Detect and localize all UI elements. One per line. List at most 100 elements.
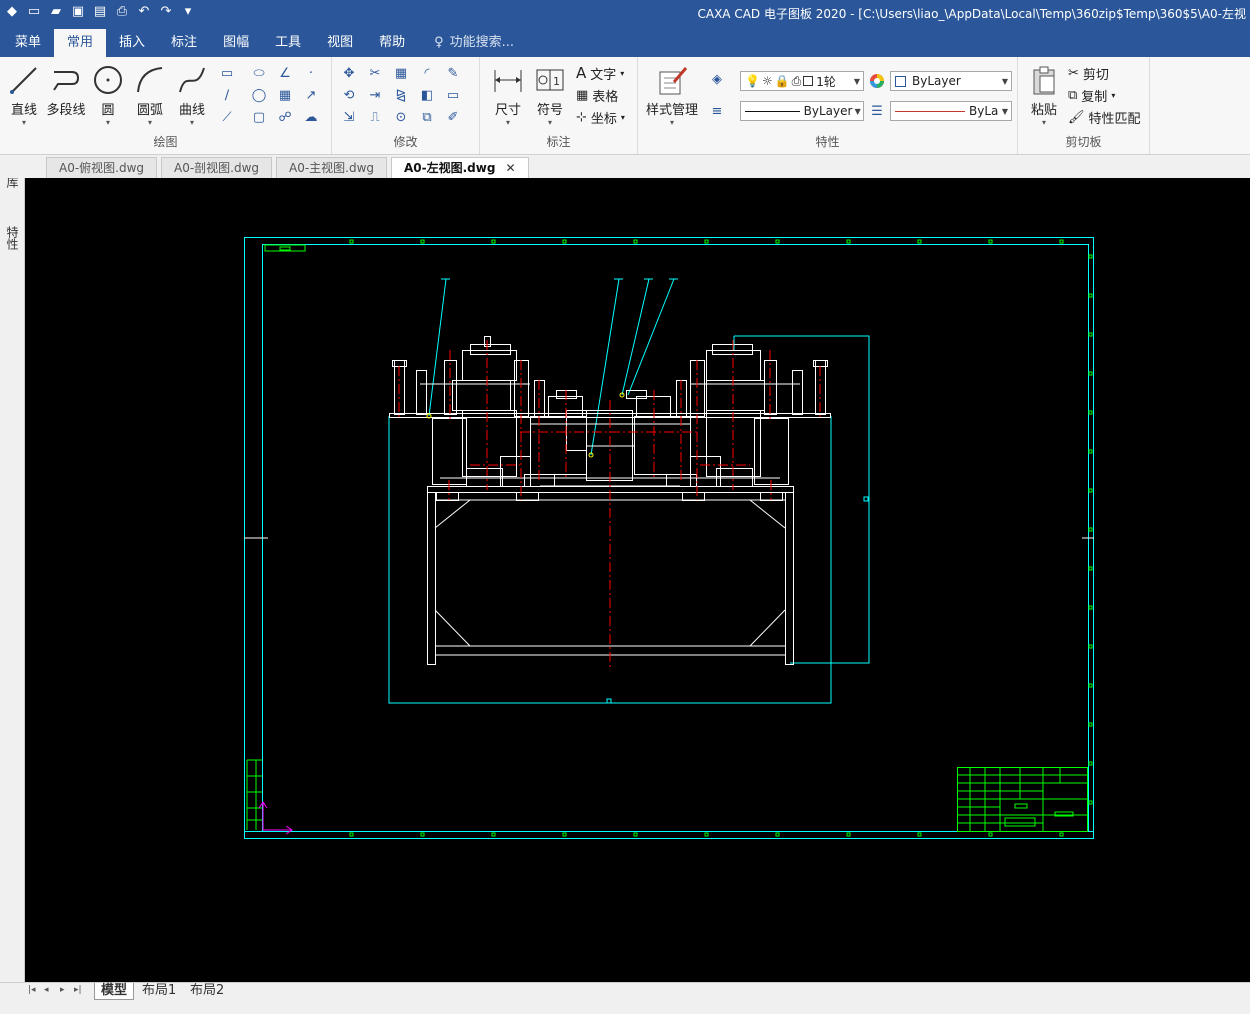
app-icon[interactable]: ◆ — [4, 4, 20, 20]
table-icon: ▦ — [576, 87, 589, 103]
table-button[interactable]: ▦ 表格 — [576, 85, 618, 105]
arc-button[interactable]: 圆弧 ▾ — [128, 63, 172, 127]
properties-panel-tab[interactable]: 特性 — [4, 226, 21, 250]
point-icon[interactable]: · — [300, 63, 322, 83]
dimension-button[interactable]: 尺寸 ▾ — [486, 63, 530, 127]
save-icon[interactable]: ▣ — [70, 4, 86, 20]
eraser-icon[interactable]: ✎ — [442, 63, 464, 83]
drawing-canvas[interactable] — [25, 178, 1250, 982]
tab-common[interactable]: 常用 — [54, 29, 107, 57]
lineweight-icon[interactable]: ☰ — [866, 101, 888, 121]
block-icon[interactable]: ☍ — [274, 107, 296, 127]
save-all-icon[interactable]: ▤ — [92, 4, 108, 20]
printer-icon: ⎙ — [791, 73, 802, 88]
scissors-icon: ✂ — [1068, 65, 1079, 81]
undo-icon[interactable]: ↶ — [136, 4, 152, 20]
first-layout-icon[interactable]: |◂ — [28, 985, 36, 995]
boundary-icon[interactable]: ▢ — [248, 107, 270, 127]
zone-mark — [633, 832, 638, 837]
last-layout-icon[interactable]: ▸| — [74, 985, 82, 995]
break-icon[interactable]: ⎍ — [364, 107, 386, 127]
color-wheel-icon[interactable] — [866, 71, 888, 91]
layer-tools-icon[interactable]: ◈ — [706, 69, 728, 89]
array-icon[interactable]: ▦ — [390, 63, 412, 83]
symbol-button[interactable]: 1 符号 ▾ — [528, 63, 572, 127]
offset-icon[interactable]: ▭ — [442, 85, 464, 105]
lineweight-combo[interactable]: ByLayer ▼ — [890, 101, 1012, 121]
fill-icon[interactable]: ◯ — [248, 85, 270, 105]
paste-icon — [1033, 66, 1055, 95]
trim-icon[interactable]: ✂ — [364, 63, 386, 83]
cloud-icon[interactable]: ☁ — [300, 107, 322, 127]
center-line-icon[interactable]: ⟋ — [216, 107, 238, 127]
print-icon[interactable]: ⎙ — [114, 4, 130, 20]
open-file-icon[interactable]: ▰ — [48, 4, 64, 20]
color-combo[interactable]: ByLayer ▼ — [890, 71, 1012, 91]
redo-icon[interactable]: ↷ — [158, 4, 174, 20]
style-manager-button[interactable]: 样式管理 ▾ — [644, 63, 700, 127]
copy-button[interactable]: ⧉ 复制 ▾ — [1068, 85, 1115, 105]
copy-label: 复制 — [1081, 89, 1108, 105]
linetype-combo[interactable]: ByLayer ▼ — [740, 101, 864, 121]
zone-mark — [1088, 449, 1093, 454]
function-search[interactable]: ♀ 功能搜索... — [434, 29, 514, 57]
zone-mark — [349, 239, 354, 244]
extend-icon[interactable]: ⇥ — [364, 85, 386, 105]
quick-access-toolbar: ◆ ▭ ▰ ▣ ▤ ⎙ ↶ ↷ ▾ — [4, 4, 196, 20]
previous-layout-icon[interactable]: ◂ — [44, 985, 49, 995]
tab-insert[interactable]: 插入 — [106, 29, 158, 57]
close-icon[interactable]: ✕ — [505, 161, 515, 175]
tab-sheet[interactable]: 图幅 — [210, 29, 262, 57]
line-button[interactable]: 直线 ▾ — [2, 63, 46, 127]
new-file-icon[interactable]: ▭ — [26, 4, 42, 20]
parallel-line-icon[interactable]: ∕ — [216, 85, 238, 105]
group-annotation: 尺寸 ▾ 1 符号 ▾ A 文字 ▾ ▦ 表格 ⊹ 坐标 ▾ 标注 — [480, 57, 638, 154]
coordinate-button[interactable]: ⊹ 坐标 ▾ — [576, 107, 625, 127]
tab-view[interactable]: 视图 — [314, 29, 366, 57]
layout-tab-layout2[interactable]: 布局2 — [184, 983, 230, 1000]
arrow-icon[interactable]: ↗ — [300, 85, 322, 105]
linetype-sample — [745, 110, 800, 112]
text-button[interactable]: A 文字 ▾ — [576, 63, 624, 83]
fillet-icon[interactable]: ◜ — [416, 63, 438, 83]
edit-icon[interactable]: ✐ — [442, 107, 464, 127]
curve-button[interactable]: 曲线 ▾ — [170, 63, 214, 127]
ellipse-icon[interactable]: ⬭ — [248, 63, 270, 83]
doc-tab-left-view[interactable]: A0-左视图.dwg ✕ — [391, 157, 529, 178]
drawing-svg[interactable] — [25, 178, 1250, 982]
rotate-icon[interactable]: ⟲ — [338, 85, 360, 105]
tab-tools[interactable]: 工具 — [262, 29, 314, 57]
lineweight-menu-icon[interactable]: ≡ — [706, 101, 728, 121]
copy-entity-icon[interactable]: ⧉ — [416, 107, 438, 127]
cut-button[interactable]: ✂ 剪切 — [1068, 63, 1109, 83]
symbol-icon: 1 — [536, 69, 564, 91]
paste-button[interactable]: 粘贴 ▾ — [1022, 63, 1066, 127]
mirror-icon[interactable]: ⧎ — [390, 85, 412, 105]
scale-icon[interactable]: ◧ — [416, 85, 438, 105]
next-layout-icon[interactable]: ▸ — [60, 985, 65, 995]
angle-line-icon[interactable]: ∠ — [274, 63, 296, 83]
dimension-icon — [494, 70, 522, 92]
explode-icon[interactable]: ⊙ — [390, 107, 412, 127]
layout-tab-model[interactable]: 模型 — [94, 983, 135, 1000]
zone-mark — [1088, 761, 1093, 766]
layout-tab-layout1[interactable]: 布局1 — [136, 983, 182, 1000]
hatch-icon[interactable]: ▦ — [274, 85, 296, 105]
coordinate-icon: ⊹ — [576, 109, 587, 125]
move-icon[interactable]: ✥ — [338, 63, 360, 83]
tab-menu[interactable]: 菜单 — [2, 29, 54, 57]
rectangle-icon[interactable]: ▭ — [216, 63, 238, 83]
stretch-icon[interactable]: ⇲ — [338, 107, 360, 127]
tab-annotate[interactable]: 标注 — [158, 29, 210, 57]
doc-tab-top-view[interactable]: A0-俯视图.dwg — [46, 157, 158, 178]
zone-mark — [704, 832, 709, 837]
customize-icon[interactable]: ▾ — [180, 4, 196, 20]
tab-help[interactable]: 帮助 — [366, 29, 418, 57]
match-properties-button[interactable]: 🖌 特性匹配 — [1068, 107, 1141, 127]
title-bar: ◆ ▭ ▰ ▣ ▤ ⎙ ↶ ↷ ▾ CAXA CAD 电子图板 2020 - [… — [0, 0, 1250, 28]
doc-tab-front-view[interactable]: A0-主视图.dwg — [276, 157, 388, 178]
layer-combo[interactable]: 💡 ☼ 🔒 ⎙ 1轮 ▼ — [740, 71, 864, 91]
circle-button[interactable]: 圆 ▾ — [86, 63, 130, 127]
doc-tab-section-view[interactable]: A0-剖视图.dwg — [161, 157, 273, 178]
polyline-button[interactable]: 多段线 — [44, 63, 88, 118]
